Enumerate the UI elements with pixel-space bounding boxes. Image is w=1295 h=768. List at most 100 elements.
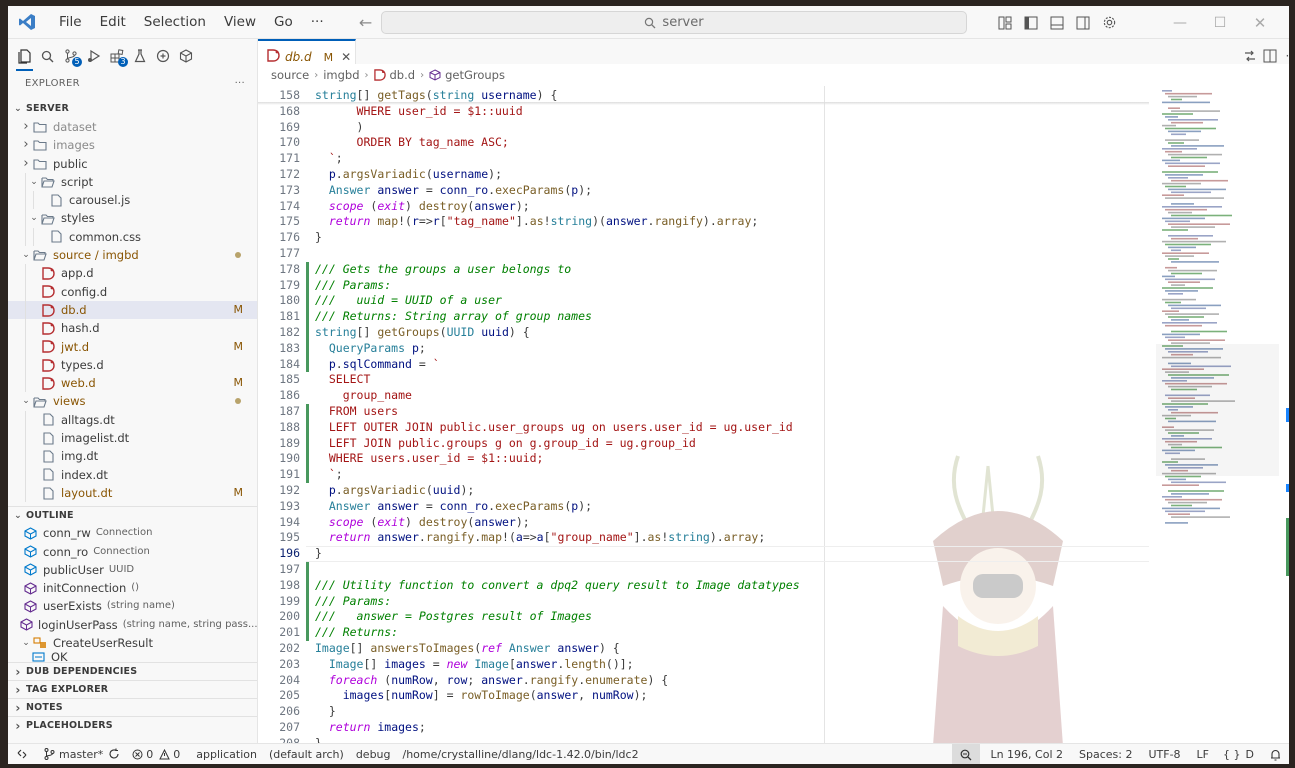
- chevron-right-icon[interactable]: ›: [20, 155, 32, 173]
- toggle-primary-sidebar-icon[interactable]: [1018, 6, 1044, 39]
- section-header[interactable]: › NOTES: [8, 698, 257, 716]
- tree-file[interactable]: types.d: [8, 355, 257, 375]
- tree-item-label: index.dt: [61, 467, 108, 482]
- tree-file[interactable]: imagelist.dt: [8, 429, 257, 448]
- dub-arch-status[interactable]: (default arch): [263, 744, 350, 765]
- outline-item[interactable]: conn_rw Connection: [8, 524, 257, 542]
- tree-file[interactable]: alltags.dt: [8, 410, 257, 430]
- tree-folder[interactable]: › dataset: [8, 118, 257, 136]
- outline-item[interactable]: loginUserPass (string name, string pass..…: [8, 616, 257, 634]
- menu-item[interactable]: ···: [302, 6, 333, 39]
- minimap-line: [1165, 522, 1188, 524]
- tree-folder[interactable]: ⌄ source / imgbd: [8, 246, 257, 264]
- menu-item[interactable]: File: [50, 6, 91, 39]
- menu-item[interactable]: Edit: [91, 6, 135, 39]
- outline-item[interactable]: initConnection (): [8, 579, 257, 597]
- outline-header[interactable]: ⌄ OUTLINE: [8, 506, 257, 524]
- chevron-down-icon[interactable]: ⌄: [20, 634, 32, 652]
- minimap[interactable]: [1156, 86, 1280, 743]
- command-center-search[interactable]: server: [381, 11, 967, 34]
- tree-file[interactable]: hash.d: [8, 319, 257, 338]
- encoding-status[interactable]: UTF-8: [1138, 744, 1186, 764]
- extensions-icon[interactable]: 3: [105, 41, 128, 71]
- chevron-down-icon[interactable]: ⌄: [28, 209, 40, 227]
- source-control-icon[interactable]: 5: [59, 41, 82, 71]
- breadcrumb-source[interactable]: source: [271, 68, 309, 82]
- dub-config-status[interactable]: application: [186, 744, 263, 765]
- search-icon[interactable]: [36, 41, 59, 71]
- remote-explorer-icon[interactable]: [151, 41, 174, 71]
- section-header[interactable]: › DUB DEPENDENCIES: [8, 662, 257, 680]
- tree-folder[interactable]: ⌄ styles: [8, 209, 257, 228]
- tree-folder[interactable]: ⌄ views: [8, 392, 257, 410]
- vertical-scrollbar[interactable]: [1279, 86, 1289, 743]
- section-header[interactable]: › PLACEHOLDERS: [8, 716, 257, 734]
- dub-package-icon[interactable]: [174, 41, 197, 71]
- folder-icon: [32, 156, 48, 172]
- menu-item[interactable]: Go: [265, 6, 302, 39]
- layout-customize-icon[interactable]: [992, 6, 1018, 39]
- eol-status[interactable]: LF: [1187, 744, 1215, 764]
- chevron-down-icon[interactable]: ⌄: [20, 392, 32, 410]
- tree-file[interactable]: index.dt: [8, 465, 257, 484]
- tree-file[interactable]: config.d: [8, 282, 257, 301]
- workspace-root-header[interactable]: ⌄ SERVER: [8, 100, 257, 118]
- breadcrumb-imgbd[interactable]: imgbd: [323, 68, 359, 82]
- problems-status[interactable]: 0 0: [126, 744, 186, 765]
- tree-folder[interactable]: › images: [8, 136, 257, 154]
- tree-file[interactable]: layout.dt M: [8, 483, 257, 503]
- outline-item[interactable]: ⌄ CreateUserResult: [8, 634, 257, 652]
- close-tab-icon[interactable]: ✕: [341, 50, 351, 64]
- cursor-position-status[interactable]: Ln 196, Col 2: [980, 744, 1069, 764]
- tree-file[interactable]: carousel.js: [8, 191, 257, 210]
- tree-file[interactable]: img.dt: [8, 447, 257, 466]
- code-token: argsVariadic: [342, 167, 426, 181]
- outline-item[interactable]: publicUser UUID: [8, 561, 257, 579]
- breadcrumb-symbol[interactable]: getGroups: [445, 68, 505, 82]
- breadcrumb-file[interactable]: db.d: [390, 68, 416, 82]
- breadcrumb-separator: ›: [314, 69, 319, 81]
- tree-file[interactable]: jwt.d M: [8, 337, 257, 356]
- chevron-right-icon[interactable]: ›: [20, 136, 32, 154]
- close-window-icon[interactable]: ✕: [1240, 6, 1280, 39]
- line-number: 196: [279, 546, 300, 561]
- tree-folder[interactable]: › public: [8, 155, 257, 173]
- settings-gear-icon[interactable]: [1096, 6, 1122, 39]
- tree-folder[interactable]: ⌄ script: [8, 172, 257, 192]
- maximize-icon[interactable]: ☐: [1200, 6, 1240, 39]
- menu-item[interactable]: View: [215, 6, 265, 39]
- chevron-right-icon[interactable]: ›: [20, 118, 32, 136]
- outline-item[interactable]: OK: [8, 652, 257, 662]
- chevron-down-icon[interactable]: ⌄: [20, 246, 32, 264]
- indentation-status[interactable]: Spaces: 2: [1069, 744, 1138, 764]
- remote-indicator-icon[interactable]: [8, 744, 34, 765]
- zoom-icon[interactable]: [952, 744, 981, 764]
- outline-item[interactable]: conn_ro Connection: [8, 543, 257, 561]
- tree-file[interactable]: app.d: [8, 264, 257, 283]
- minimap-viewport[interactable]: [1156, 344, 1280, 476]
- notifications-bell-icon[interactable]: [1260, 744, 1289, 764]
- testing-beaker-icon[interactable]: [128, 41, 151, 71]
- explorer-more-actions[interactable]: ···: [235, 73, 245, 95]
- explorer-title-text: EXPLORER: [25, 78, 80, 89]
- chevron-down-icon[interactable]: ⌄: [28, 173, 40, 191]
- code-editor[interactable]: 158 string[] getTags(string username) {16…: [258, 86, 1289, 743]
- menu-item[interactable]: Selection: [135, 6, 215, 39]
- language-mode-status[interactable]: { } D: [1215, 744, 1260, 764]
- dub-compiler-status[interactable]: /home/crystalline/dlang/ldc-1.42.0/bin/l…: [397, 744, 645, 765]
- tree-file[interactable]: common.css: [8, 227, 257, 247]
- toggle-secondary-sidebar-icon[interactable]: [1070, 6, 1096, 39]
- toggle-panel-icon[interactable]: [1044, 6, 1070, 39]
- git-branch-status[interactable]: master*: [34, 744, 126, 765]
- tree-file[interactable]: web.d M: [8, 374, 257, 393]
- section-header[interactable]: › TAG EXPLORER: [8, 680, 257, 698]
- explorer-files-icon[interactable]: [13, 41, 36, 71]
- minimize-icon[interactable]: —: [1160, 6, 1200, 39]
- back-arrow-icon[interactable]: ←: [355, 13, 377, 32]
- run-debug-icon[interactable]: [82, 41, 105, 71]
- dub-build-type-status[interactable]: debug: [350, 744, 397, 765]
- outline-item[interactable]: userExists (string name): [8, 597, 257, 615]
- symbol-enum-member-icon: [30, 652, 46, 662]
- editor-more-actions[interactable]: ···: [1286, 49, 1289, 63]
- tree-file[interactable]: db.d M: [8, 300, 257, 320]
